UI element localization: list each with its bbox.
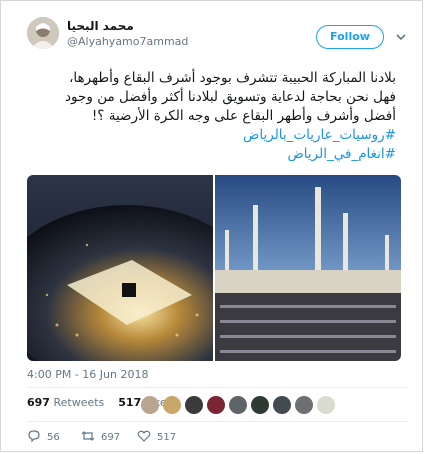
avatar[interactable] xyxy=(27,17,59,49)
hashtag-link[interactable]: #روسيات_عاريات_بالرياض xyxy=(25,126,396,145)
retweet-button[interactable]: 697 xyxy=(81,429,120,446)
caret-down-icon[interactable] xyxy=(394,29,408,43)
liker-avatar[interactable] xyxy=(141,396,159,414)
retweets-label: Retweets xyxy=(53,396,105,409)
liker-avatar[interactable] xyxy=(185,396,203,414)
liker-avatar[interactable] xyxy=(229,396,247,414)
liker-avatar[interactable] xyxy=(163,396,181,414)
reply-count: 56 xyxy=(47,432,60,443)
tweet-text: بلادنا المباركة الحبيبة تتشرف بوجود أشرف… xyxy=(25,69,396,164)
divider xyxy=(27,421,408,422)
liker-avatar[interactable] xyxy=(273,396,291,414)
liker-avatar[interactable] xyxy=(295,396,313,414)
retweets-count: 697 xyxy=(27,396,50,409)
photo-madinah-mosque[interactable] xyxy=(215,175,401,361)
retweet-count: 697 xyxy=(101,432,121,443)
reply-icon xyxy=(27,429,41,446)
likes-count: 517 xyxy=(118,396,142,409)
liker-avatar[interactable] xyxy=(317,396,335,414)
tweet-line: فهل نحن بحاجة لدعاية وتسويق لبلادنا أكثر… xyxy=(65,89,396,105)
divider xyxy=(27,387,408,388)
hashtag-link[interactable]: #انغام_في_الرياض xyxy=(25,145,396,164)
tweet-card: محمد البحيا @Alyahyamo7ammad Follow بلاد… xyxy=(0,0,423,452)
follow-button[interactable]: Follow xyxy=(316,25,384,49)
tweet-header: محمد البحيا @Alyahyamo7ammad Follow xyxy=(27,17,408,57)
tweet-line: أفضل وأشرف وأطهر البقاع على وجه الكرة ال… xyxy=(91,108,396,124)
liker-avatar[interactable] xyxy=(207,396,225,414)
liker-avatar[interactable] xyxy=(251,396,269,414)
reply-button[interactable]: 56 xyxy=(27,429,60,446)
photo-mecca-night[interactable] xyxy=(27,175,213,361)
tweet-line: بلادنا المباركة الحبيبة تتشرف بوجود أشرف… xyxy=(69,70,396,86)
tweet-timestamp[interactable]: 4:00 PM - 16 Jun 2018 xyxy=(27,368,148,381)
like-button[interactable]: 517 xyxy=(137,429,176,446)
retweet-icon xyxy=(81,429,95,446)
retweets-stat[interactable]: 697 Retweets xyxy=(27,396,108,409)
user-handle[interactable]: @Alyahyamo7ammad xyxy=(67,35,188,48)
display-name[interactable]: محمد البحيا xyxy=(67,19,188,33)
media-grid xyxy=(27,175,401,361)
like-count: 517 xyxy=(157,432,177,443)
engagement-stats: 697 Retweets 517 Likes xyxy=(27,396,408,418)
heart-icon xyxy=(137,429,151,446)
